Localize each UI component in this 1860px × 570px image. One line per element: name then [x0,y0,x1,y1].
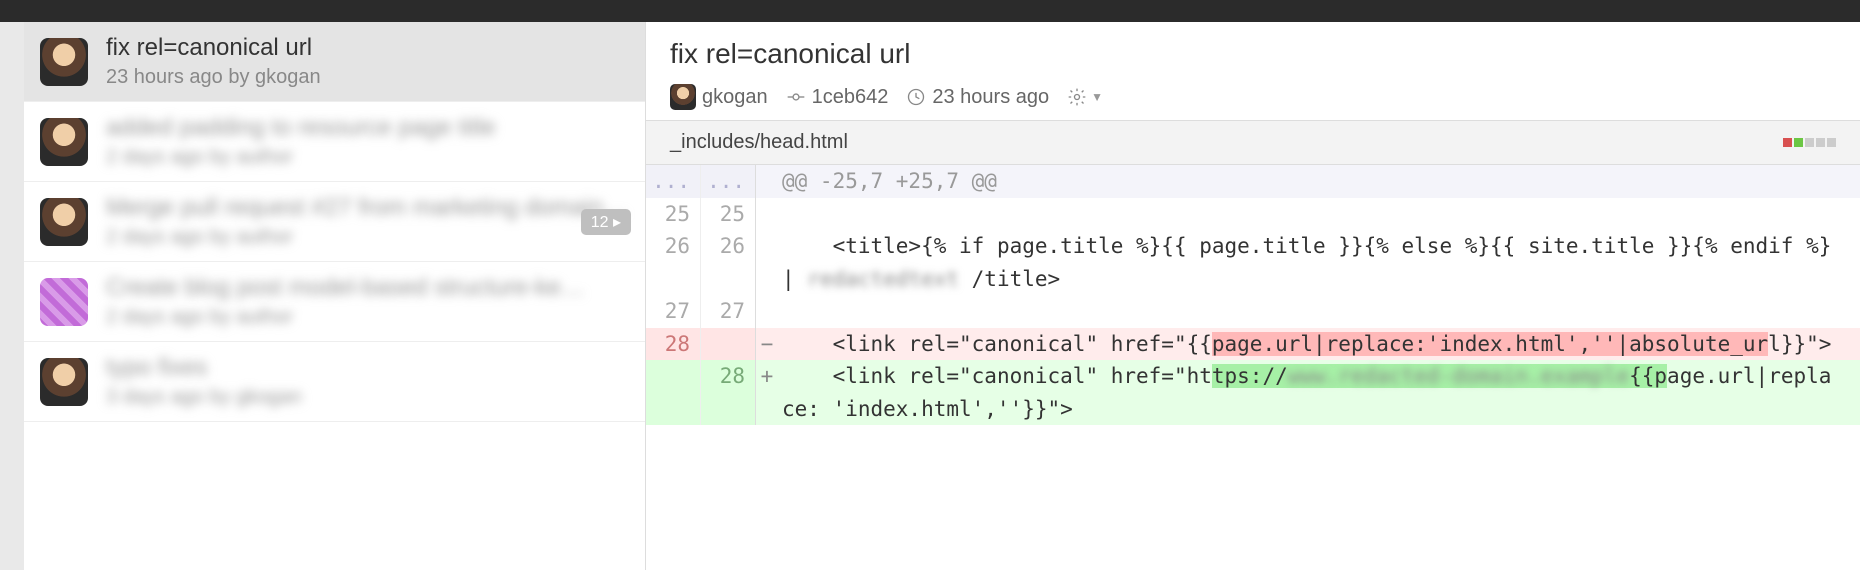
commit-item-meta: 2 days ago by author [106,226,629,249]
time-group: 23 hours ago [906,86,1049,109]
chevron-down-icon: ▼ [1091,90,1103,104]
author-name: gkogan [702,86,768,109]
line-number-new: 28 [701,360,756,425]
diff-line: 2525 [646,198,1860,231]
avatar [40,38,88,86]
diff-code[interactable] [778,295,1860,328]
line-number-old: 28 [646,328,701,361]
commit-list-item[interactable]: typo fixes 3 days ago by gkogan [24,342,645,422]
diff-line: 2727 [646,295,1860,328]
commit-meta-row: gkogan 1ceb642 23 hours ago ▼ [670,84,1836,110]
diff-line: ...... @@ -25,7 +25,7 @@ [646,165,1860,198]
commit-item-title: added padding to resource page title [106,114,629,142]
app-root: fix rel=canonical url 23 hours ago by gko… [0,22,1860,570]
line-number-old: 27 [646,295,701,328]
commit-detail-pane: fix rel=canonical url gkogan 1ceb642 23 … [646,22,1860,570]
commit-list-item[interactable]: added padding to resource page title 2 da… [24,102,645,182]
commit-item-title: typo fixes [106,354,629,382]
line-number-old: ... [646,165,701,198]
commit-detail-header: fix rel=canonical url gkogan 1ceb642 23 … [646,22,1860,120]
clock-icon [906,87,926,107]
author-group[interactable]: gkogan [670,84,768,110]
diff-line: 28 − <link rel="canonical" href="{{page.u… [646,328,1860,361]
diff-code[interactable] [778,198,1860,231]
diff-stats-indicator [1783,138,1836,147]
line-number-new: ... [701,165,756,198]
avatar [40,358,88,406]
settings-dropdown[interactable]: ▼ [1067,87,1103,107]
diff-sign: + [756,360,778,425]
commit-item-title: Merge pull request #27 from marketing do… [106,194,629,222]
line-number-old: 26 [646,230,701,295]
file-path: _includes/head.html [670,131,848,154]
diff-sign: − [756,328,778,361]
diff-sign [756,165,778,198]
commit-item-title: fix rel=canonical url [106,34,629,62]
avatar [40,278,88,326]
line-number-old: 25 [646,198,701,231]
diff-code[interactable]: <link rel="canonical" href="{{page.url|r… [778,328,1860,361]
sha-group[interactable]: 1ceb642 [786,86,889,109]
avatar [670,84,696,110]
diff-code[interactable]: @@ -25,7 +25,7 @@ [778,165,1860,198]
line-number-new [701,328,756,361]
avatar [40,198,88,246]
commit-item-meta: 2 days ago by author [106,146,629,169]
commit-list-item[interactable]: Merge pull request #27 from marketing do… [24,182,645,262]
commit-history-pane: fix rel=canonical url 23 hours ago by gko… [0,22,646,570]
diff-sign [756,230,778,295]
gear-icon [1067,87,1087,107]
diff-view: ......@@ -25,7 +25,7 @@25252626 <title>{… [646,165,1860,425]
avatar [40,118,88,166]
line-number-old [646,360,701,425]
commit-count-badge[interactable]: 12 ▸ [581,209,631,235]
file-header-row[interactable]: _includes/head.html [646,120,1860,165]
diff-code[interactable]: <title>{% if page.title %}{{ page.title … [778,230,1860,295]
diff-sign [756,295,778,328]
commit-item-meta: 2 days ago by author [106,306,629,329]
diff-line: 2626 <title>{% if page.title %}{{ page.t… [646,230,1860,295]
commit-item-meta: 23 hours ago by gkogan [106,66,629,89]
diff-line: 28+ <link rel="canonical" href="https://… [646,360,1860,425]
commit-title: fix rel=canonical url [670,38,1836,70]
commit-list-item[interactable]: Create blog post model-based structure-k… [24,262,645,342]
line-number-new: 26 [701,230,756,295]
line-number-new: 27 [701,295,756,328]
window-titlebar [0,0,1860,22]
diff-code[interactable]: <link rel="canonical" href="https://www.… [778,360,1860,425]
commit-time: 23 hours ago [932,86,1049,109]
commit-list-item[interactable]: fix rel=canonical url 23 hours ago by gko… [24,22,645,102]
diff-sign [756,198,778,231]
history-gutter [0,22,24,570]
commit-item-title: Create blog post model-based structure-k… [106,274,629,302]
commit-icon [786,87,806,107]
commit-sha: 1ceb642 [812,86,889,109]
commit-item-meta: 3 days ago by gkogan [106,386,629,409]
line-number-new: 25 [701,198,756,231]
